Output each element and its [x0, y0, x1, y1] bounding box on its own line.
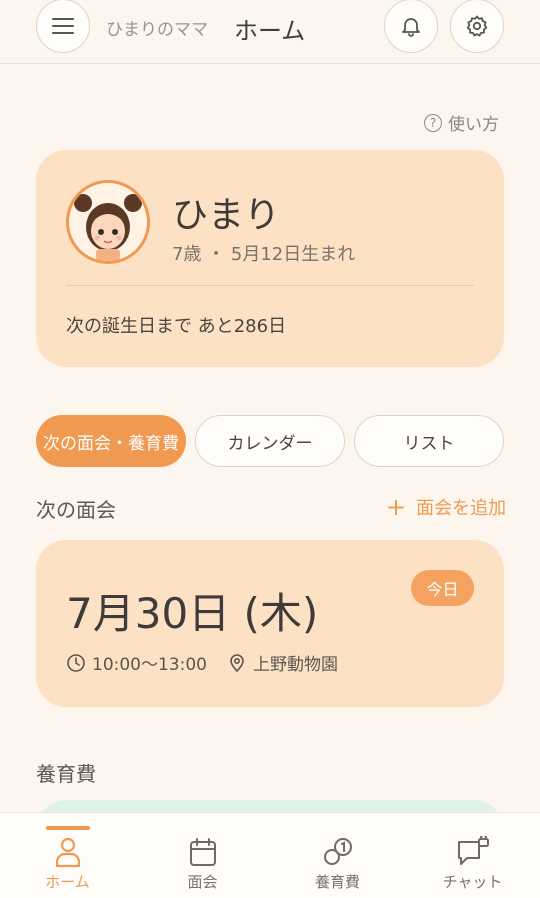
visit-time: 10:00〜13:00 — [92, 655, 207, 675]
clock-icon — [67, 653, 85, 672]
nav-visits-label: 面会 — [187, 873, 218, 891]
help-link[interactable]: ? 使い方 — [424, 110, 499, 135]
menu-button[interactable] — [36, 0, 90, 53]
chat-lock-icon — [457, 836, 489, 865]
add-visit-label: 面会を追加 — [416, 498, 507, 519]
today-badge: 今日 — [411, 570, 474, 606]
nav-chat[interactable]: チャット — [405, 813, 540, 898]
child-avatar — [66, 180, 150, 264]
location-pin-icon — [230, 653, 244, 672]
tab-list[interactable]: リスト — [354, 415, 504, 467]
child-name: ひまり — [172, 195, 281, 236]
settings-button[interactable] — [450, 0, 504, 53]
add-visit-button[interactable]: + 面会を追加 — [386, 494, 506, 520]
nav-home-label: ホーム — [45, 873, 90, 891]
nav-visits[interactable]: 面会 — [135, 813, 270, 898]
nav-child-support-label: 養育費 — [314, 873, 360, 891]
notifications-button[interactable] — [384, 0, 438, 53]
child-profile-card[interactable]: ひまり 7歳 ・ 5月12日生まれ 次の誕生日まで あと286日 — [36, 150, 504, 367]
visit-date: 7月30日 (木) — [66, 589, 319, 638]
visit-location: 上野動物園 — [252, 655, 338, 675]
bell-icon — [402, 18, 420, 37]
child-support-heading: 養育費 — [36, 762, 96, 786]
child-age-birthday: 7歳 ・ 5月12日生まれ — [172, 244, 356, 265]
bottom-nav: ホーム 面会 養育費 チャット — [0, 812, 540, 898]
calendar-icon — [189, 838, 216, 866]
birthday-countdown: 次の誕生日まで あと286日 — [66, 316, 287, 337]
nav-child-support[interactable]: 養育費 — [270, 813, 405, 898]
next-visit-heading: 次の面会 — [36, 498, 116, 522]
tab-next-visit-support[interactable]: 次の面会・養育費 — [36, 415, 186, 467]
plus-icon: + — [386, 493, 407, 521]
visit-details: 10:00〜13:00 上野動物園 — [66, 650, 338, 675]
app-header: ひまりのママ ホーム — [0, 0, 540, 64]
question-circle-icon: ? — [424, 113, 442, 132]
divider — [66, 285, 474, 286]
tab-calendar[interactable]: カレンダー — [195, 415, 345, 467]
nav-chat-label: チャット — [442, 873, 503, 891]
coins-icon — [323, 838, 352, 865]
gear-icon — [466, 15, 488, 37]
person-icon — [55, 837, 80, 868]
page-title: ホーム — [234, 17, 306, 45]
user-name: ひまりのママ — [106, 20, 208, 40]
help-label: 使い方 — [448, 115, 499, 135]
hamburger-menu-icon — [52, 18, 74, 34]
active-indicator — [45, 826, 90, 830]
nav-home[interactable]: ホーム — [0, 813, 135, 898]
next-visit-card[interactable]: 7月30日 (木) 今日 10:00〜13:00 上野動物園 — [36, 540, 504, 707]
